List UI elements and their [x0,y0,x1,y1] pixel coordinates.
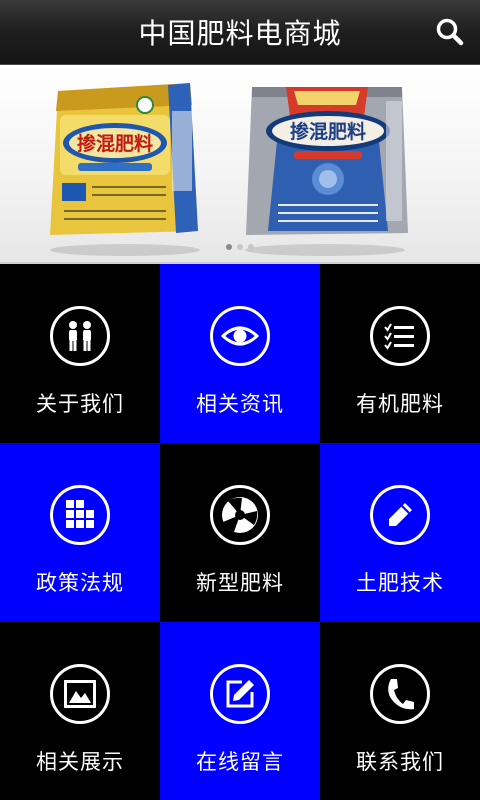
grid-icon [50,485,110,545]
aperture-icon [210,485,270,545]
app-screen: 中国肥料电商城 掺混肥料 掺混肥料 关于我们 相关资讯 有机肥料 政策法规 新型… [0,0,480,800]
menu-tile-about-us[interactable]: 关于我们 [0,264,160,443]
menu-label: 有机肥料 [356,392,444,416]
pencil-icon [370,485,430,545]
menu-tile-message[interactable]: 在线留言 [160,622,320,800]
search-button[interactable] [430,12,470,52]
menu-tile-policy[interactable]: 政策法规 [0,443,160,622]
carousel-indicator [0,244,480,250]
fertilizer-bag-yellow-image: 掺混肥料 [50,83,198,235]
menu-tile-gallery[interactable]: 相关展示 [0,622,160,800]
phone-icon [370,664,430,724]
checklist-icon [370,306,430,366]
menu-label: 关于我们 [36,392,124,416]
menu-label: 在线留言 [196,750,284,774]
eye-icon [210,306,270,366]
menu-tile-organic-fertilizer[interactable]: 有机肥料 [320,264,480,443]
menu-grid: 关于我们 相关资讯 有机肥料 政策法规 新型肥料 土肥技术 相关展示 在线留言 … [0,264,480,800]
search-icon [436,18,464,46]
bag-brand-text: 掺混肥料 [290,120,366,143]
title-bar: 中国肥料电商城 [0,0,480,65]
fertilizer-bag-grey-image: 掺混肥料 [246,87,408,235]
menu-label: 相关资讯 [196,392,284,416]
image-icon [50,664,110,724]
edit-icon [210,664,270,724]
menu-label: 联系我们 [356,750,444,774]
bag-brand-text: 掺混肥料 [77,132,153,155]
page-title: 中国肥料电商城 [138,17,342,50]
menu-label: 新型肥料 [196,571,284,595]
carousel-dot[interactable] [248,244,254,250]
menu-tile-new-fertilizer[interactable]: 新型肥料 [160,443,320,622]
people-icon [50,306,110,366]
menu-label: 相关展示 [36,750,124,774]
menu-tile-news[interactable]: 相关资讯 [160,264,320,443]
menu-tile-soil-technology[interactable]: 土肥技术 [320,443,480,622]
menu-tile-contact-us[interactable]: 联系我们 [320,622,480,800]
menu-label: 政策法规 [36,571,124,595]
menu-label: 土肥技术 [356,571,444,595]
banner-carousel[interactable]: 掺混肥料 掺混肥料 [0,65,480,264]
carousel-dot[interactable] [237,244,243,250]
carousel-dot[interactable] [226,244,232,250]
